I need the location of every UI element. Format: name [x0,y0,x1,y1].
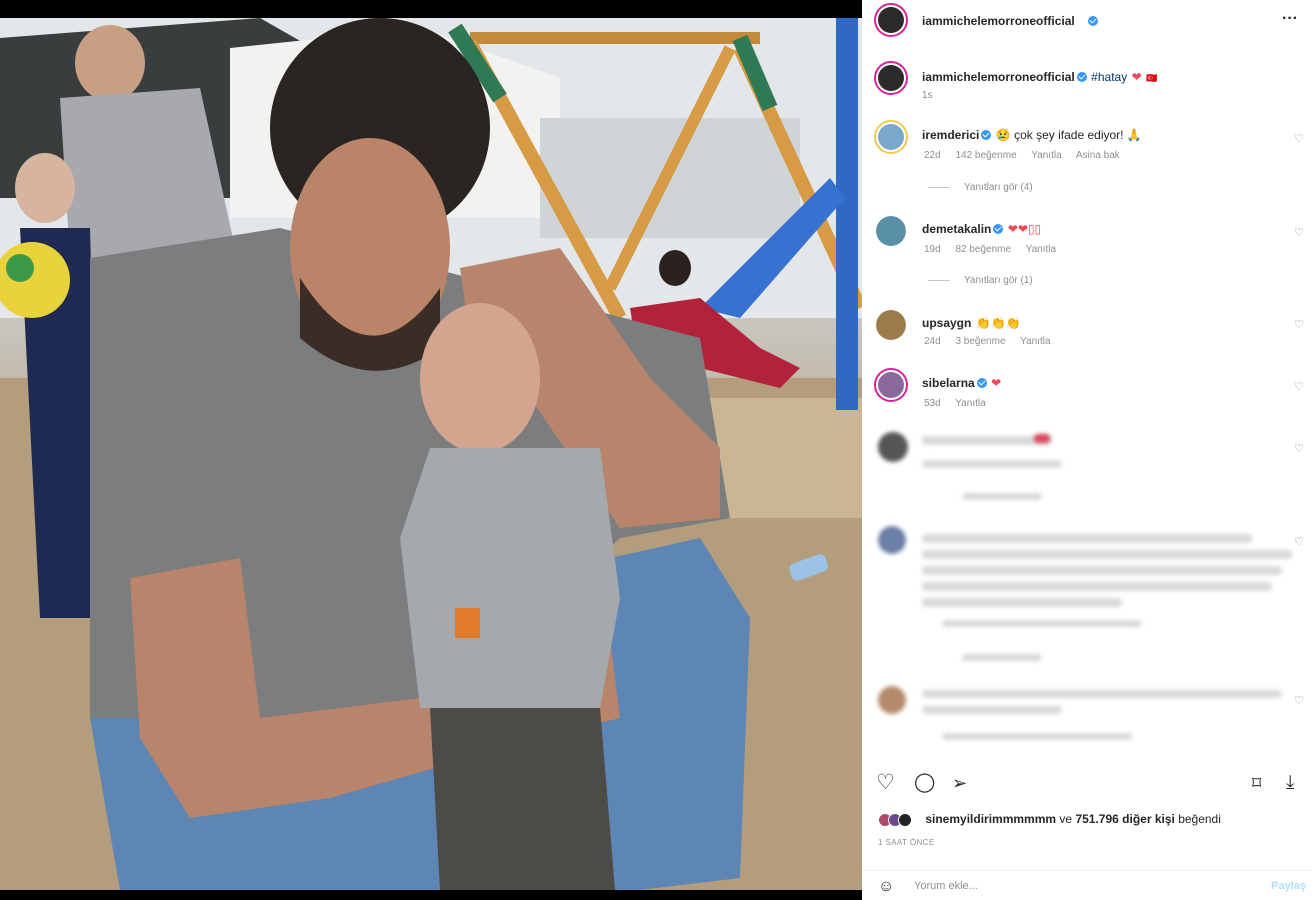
comment-item: iremderici 😢 çok şey ifade ediyor! 🙏 22d… [862,120,1312,161]
likes-suffix: beğendi [1178,812,1221,826]
post-comment-button[interactable]: Paylaş [1271,880,1306,892]
caption-username[interactable]: iammichelemorroneofficial [922,70,1075,84]
comment-text: 😢 çok şey ifade ediyor! 🙏 [995,128,1142,142]
post-side-panel: iammichelemorroneofficial ··· iammichele… [862,0,1312,900]
comment-reply[interactable]: Yanıtla [1031,150,1061,161]
comment-time: 24d [924,336,941,347]
comment-like-heart-icon[interactable]: ♡ [1294,132,1304,145]
photo-scene [0,18,862,890]
comment-username[interactable]: sibelarna [922,376,975,390]
comment-item: upsaygn 👏👏👏 24d 3 beğenme Yanıtla ♡ [862,308,1312,348]
comment-time: 19d [924,244,941,255]
likes-connector: ve [1059,812,1073,826]
caption-heart-emoji: ❤ [1131,70,1142,84]
likes-others[interactable]: 751.796 diğer kişi [1075,812,1174,826]
comment-likes[interactable]: 3 beğenme [955,336,1005,347]
comment-meta: 22d 142 beğenme Yanıtla Asina bak [924,150,1132,161]
comment-like-heart-icon[interactable]: ♡ [1294,226,1304,239]
emoji-icon[interactable]: ☺ [878,878,894,896]
caption-hashtag[interactable]: #hatay [1091,70,1127,84]
comment-text: ❤ [991,376,1002,390]
comment-like-heart-icon[interactable]: ♡ [1294,694,1304,707]
comment-username[interactable]: iremderici [922,128,979,142]
comment-bar: ☺ Yorum ekle... Paylaş [862,870,1312,900]
comment-item: sibelarna ❤ 53d Yanıtla ♡ [862,368,1312,409]
verified-badge-icon [1076,72,1087,82]
photo-illustration [0,18,862,890]
photo-top-border [0,0,862,18]
verified-badge-icon [1088,16,1098,26]
liker-avatars [878,812,922,827]
comment-like-heart-icon[interactable]: ♡ [1294,318,1304,331]
comment-item: demetakalin ❤❤▯▯ 19d 82 beğenme Yanıtla … [862,214,1312,255]
comment-reply[interactable]: Yanıtla [1026,244,1056,255]
download-icon[interactable]: ⤓ [1286,770,1294,796]
photo-bottom-border [0,890,862,900]
comment-avatar[interactable] [876,216,906,246]
post-action-bar: ♡ ◯ ➢ ⌑ ⤓ [876,770,1306,796]
view-replies[interactable]: Yanıtları gör (1) [928,275,1033,286]
post-header: iammichelemorroneofficial ··· [862,0,1312,42]
comment-like-heart-icon[interactable]: ♡ [1294,442,1304,455]
comment-input[interactable]: Yorum ekle... [914,880,978,892]
comment-icon[interactable]: ◯ [914,770,935,796]
more-horizontal-icon[interactable]: ··· [1282,10,1298,28]
caption-time: 1s [922,90,933,101]
comment-likes[interactable]: 82 beğenme [955,244,1011,255]
send-icon[interactable]: ➢ [952,770,967,796]
comment-username[interactable]: upsaygn [922,316,971,330]
comment-text: ❤❤▯▯ [1007,222,1042,236]
verified-badge-icon [981,130,992,140]
comment-reply[interactable]: Yanıtla [1020,336,1050,347]
comment-likes[interactable]: 142 beğenme [955,150,1016,161]
view-replies[interactable]: Yanıtları gör (4) [928,182,1033,193]
comment-reply[interactable]: Yanıtla [955,398,985,409]
post-photo[interactable] [0,0,862,900]
post-timestamp: 1 SAAT ÖNCE [878,838,935,847]
caption-avatar[interactable] [874,61,908,95]
author-username[interactable]: iammichelemorroneofficial [922,14,1075,28]
verified-badge-icon [976,378,987,388]
author-avatar[interactable] [874,3,908,37]
comment-meta: 24d 3 beğenme Yanıtla [924,336,1063,347]
comment-meta: 53d Yanıtla [924,398,998,409]
comment-time: 22d [924,150,941,161]
comment-username[interactable]: demetakalin [922,222,991,236]
comment-avatar[interactable] [874,368,908,402]
comment-like-heart-icon[interactable]: ♡ [1294,380,1304,393]
comment-translate[interactable]: Asina bak [1076,150,1120,161]
bookmark-icon[interactable]: ⌑ [1252,770,1261,796]
verified-badge-icon [993,224,1004,234]
comment-like-heart-icon[interactable]: ♡ [1294,535,1304,548]
heart-icon[interactable]: ♡ [876,770,895,796]
comment-avatar[interactable] [876,310,906,340]
comment-meta: 19d 82 beğenme Yanıtla [924,244,1068,255]
caption-flag: 🇹🇷 [1146,73,1158,83]
comment-avatar[interactable] [874,120,908,154]
liker-username[interactable]: sinemyildirimmmmmm [925,812,1056,826]
comment-text: 👏👏👏 [975,316,1021,330]
comment-time: 53d [924,398,941,409]
likes-summary[interactable]: sinemyildirimmmmmm ve 751.796 diğer kişi… [878,812,1221,827]
caption: iammichelemorroneofficial #hatay ❤ 🇹🇷 1s [862,58,1312,106]
